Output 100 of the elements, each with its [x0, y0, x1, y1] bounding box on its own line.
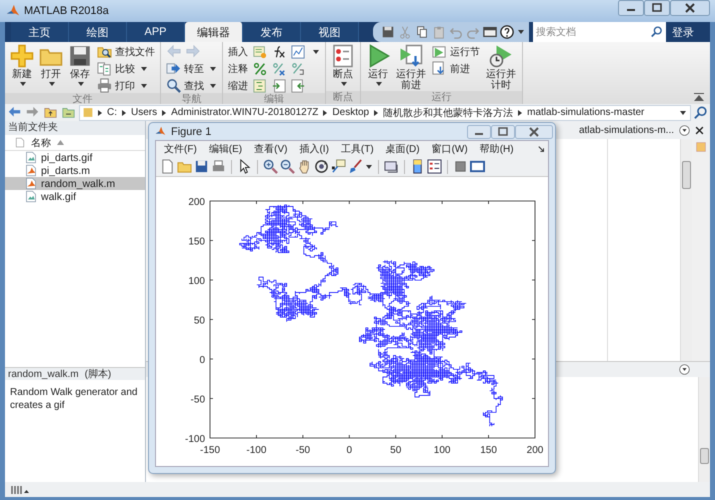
brush-icon[interactable]: [348, 159, 363, 174]
caret-icon: [77, 81, 85, 87]
indent-icon[interactable]: [253, 78, 267, 92]
window-icon[interactable]: [470, 159, 485, 174]
editor-tab[interactable]: atlab-simulations-m...: [578, 124, 710, 136]
scrollbar[interactable]: [698, 377, 710, 482]
ribbon-tab[interactable]: 绘图: [69, 22, 127, 42]
close-icon[interactable]: [695, 126, 704, 134]
ribbon-button[interactable]: 查找: [166, 78, 217, 93]
sort-up-icon: [57, 140, 64, 145]
ribbon-button[interactable]: 断点: [331, 44, 355, 87]
percent-wrap-icon[interactable]: [291, 62, 305, 76]
ribbon-button[interactable]: 运行: [366, 44, 390, 87]
path-segment[interactable]: C:: [107, 107, 117, 118]
menu-item[interactable]: 文件(F): [164, 142, 197, 156]
path-segment[interactable]: Administrator.WIN7U-20180127Z: [171, 107, 318, 118]
ribbon-button[interactable]: 运行节: [432, 44, 480, 59]
ribbon-tab[interactable]: 视图: [301, 22, 359, 42]
copy-icon[interactable]: [415, 25, 429, 39]
caret-icon: [140, 82, 148, 88]
ribbon-button[interactable]: 打印: [97, 78, 155, 93]
maximize-icon[interactable]: [644, 0, 670, 16]
tick-label: 50: [194, 316, 205, 326]
ribbon-button[interactable]: 比较: [97, 61, 155, 76]
ribbon-label[interactable]: 插入: [228, 44, 248, 58]
ribbon-button[interactable]: 查找文件: [97, 44, 155, 59]
path-segment[interactable]: Users: [131, 107, 158, 118]
ribbon-button[interactable]: 前进: [432, 61, 480, 76]
data-cursor-icon[interactable]: [331, 159, 346, 174]
folder-up-icon[interactable]: [43, 106, 58, 119]
chart-icon[interactable]: [291, 44, 305, 58]
collapse-icon[interactable]: [694, 93, 704, 101]
close-icon[interactable]: [670, 0, 710, 16]
caret-icon: [375, 81, 383, 87]
ribbon-tab[interactable]: 编辑器: [185, 22, 243, 42]
search-icon[interactable]: [651, 22, 666, 42]
path-segment[interactable]: matlab-simulations-master: [527, 107, 644, 118]
ribbon-tab[interactable]: APP: [127, 22, 185, 42]
column-header[interactable]: 名称: [31, 136, 51, 150]
ribbon-button[interactable]: 打开: [39, 44, 63, 87]
file-row[interactable]: random_walk.m: [5, 177, 145, 190]
file-row[interactable]: walk.gif: [5, 190, 145, 203]
search-icon[interactable]: [694, 106, 708, 120]
menu-item[interactable]: 窗口(W): [432, 142, 468, 156]
dock-arrow-icon[interactable]: [538, 145, 544, 153]
tick-label: 150: [480, 445, 497, 456]
caret-icon: [19, 81, 27, 87]
square-icon[interactable]: [453, 159, 468, 174]
menu-item[interactable]: 插入(I): [299, 142, 329, 156]
path-segment[interactable]: Desktop: [332, 107, 370, 118]
zoom-in-icon[interactable]: [263, 159, 278, 174]
tick-label: 0: [199, 355, 205, 366]
file-row[interactable]: pi_darts.gif: [5, 151, 145, 164]
tick-label: 200: [526, 445, 544, 456]
printer-icon[interactable]: [211, 159, 226, 174]
folder-browse-icon[interactable]: [61, 106, 76, 119]
ribbon-button[interactable]: 转至: [166, 61, 217, 76]
percent-cross-icon[interactable]: [272, 62, 286, 76]
path-field[interactable]: C: Users Administrator.WIN7U-20180127Z Desktop 随机散步和其他蒙特卡洛方法 matlab-simulations-master: [79, 104, 691, 120]
file-row[interactable]: pi_darts.m: [5, 164, 145, 177]
menu-item[interactable]: 工具(T): [340, 142, 374, 156]
dropdown-circle-icon[interactable]: [679, 124, 690, 136]
tick-label: -50: [190, 394, 205, 406]
ribbon-tab[interactable]: 发布: [243, 22, 301, 42]
function-icon[interactable]: [272, 44, 286, 58]
close-icon[interactable]: [515, 124, 553, 138]
minimize-icon[interactable]: [618, 0, 644, 16]
menu-item[interactable]: 查看(V): [254, 142, 288, 156]
path-segment[interactable]: 随机散步和其他蒙特卡洛方法: [383, 106, 514, 120]
percent-icon[interactable]: [253, 62, 267, 76]
new-file-icon[interactable]: [160, 159, 175, 174]
minimize-icon[interactable]: [467, 124, 491, 138]
image-file-icon: [25, 190, 37, 203]
menu-item[interactable]: 编辑(E): [208, 142, 242, 156]
menu-item[interactable]: 帮助(H): [480, 142, 514, 156]
ribbon-button[interactable]: 运行并前进: [395, 44, 427, 91]
ribbon-label[interactable]: 注释: [228, 62, 248, 76]
indent-left-icon[interactable]: [291, 78, 305, 92]
search-field[interactable]: 搜索文档: [533, 22, 651, 42]
grip-icon[interactable]: [11, 484, 29, 494]
scrollbar[interactable]: [680, 139, 692, 361]
menu-item[interactable]: 桌面(D): [386, 142, 420, 156]
ribbon-tab[interactable]: 主页: [11, 22, 69, 42]
document-plus-icon[interactable]: [253, 44, 267, 58]
zoom-out-icon[interactable]: [280, 159, 295, 174]
link-icon[interactable]: [384, 159, 399, 174]
script-file-icon: [25, 164, 37, 177]
ribbon-label[interactable]: 缩进: [228, 78, 248, 92]
help-icon[interactable]: [500, 25, 514, 39]
login-link[interactable]: 登录: [672, 24, 694, 40]
window-icon[interactable]: [483, 25, 497, 39]
ribbon-button[interactable]: 运行并计时: [485, 44, 517, 91]
ribbon-button[interactable]: 保存: [68, 44, 92, 87]
back-arrow-icon[interactable]: [7, 106, 22, 119]
dropdown-circle-icon[interactable]: [679, 364, 690, 375]
indent-right-icon[interactable]: [272, 78, 286, 92]
legend-icon[interactable]: [427, 159, 442, 174]
maximize-icon[interactable]: [491, 124, 515, 138]
ribbon-button[interactable]: 新建: [10, 44, 34, 87]
rotate-icon[interactable]: [314, 159, 329, 174]
